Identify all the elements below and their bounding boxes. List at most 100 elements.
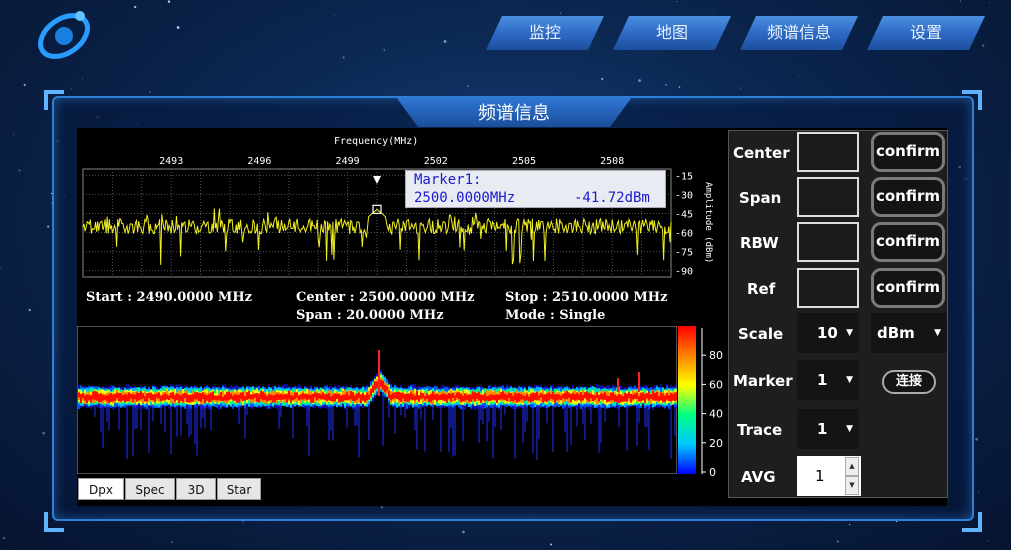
center-input[interactable] [797, 132, 859, 172]
start-frequency-text: Start : 2490.0000 MHz [86, 290, 252, 305]
dpx-cell [612, 392, 614, 401]
dpx-cell [430, 394, 432, 403]
dpx-cell [628, 392, 630, 399]
spin-down-icon[interactable]: ▼ [845, 476, 859, 495]
nav-map[interactable]: 地图 [613, 16, 731, 50]
dpx-cell [156, 393, 158, 398]
dpx-cell [402, 392, 404, 399]
span-confirm-button[interactable]: confirm [871, 177, 945, 217]
tab-3d[interactable]: 3D [176, 478, 216, 500]
unit-select[interactable]: dBm ▼ [871, 313, 947, 353]
star [269, 525, 271, 527]
nav-settings[interactable]: 设置 [867, 16, 985, 50]
chevron-down-icon: ▼ [846, 424, 853, 434]
dpx-cell [82, 392, 84, 399]
marker-value: 1 [817, 371, 828, 389]
connect-button[interactable]: 连接 [882, 370, 936, 394]
dpx-cell [532, 393, 534, 402]
nav-monitor[interactable]: 监控 [486, 16, 604, 50]
dpx-cell [574, 394, 576, 401]
x-tick-label: 2496 [247, 156, 271, 167]
dpx-cell [180, 395, 182, 402]
dpx-cell [610, 392, 612, 401]
dpx-cell [446, 394, 448, 403]
dpx-cell [246, 392, 248, 400]
star [170, 20, 171, 21]
span-input[interactable] [797, 177, 859, 217]
dpx-cell [576, 392, 578, 400]
dpx-cell [148, 392, 150, 398]
dpx-cell [182, 393, 184, 402]
dpx-cell [566, 391, 568, 400]
x-tick-label: 2493 [159, 156, 183, 167]
trace-select[interactable]: 1 ▼ [797, 409, 859, 449]
avg-value: 1 [815, 467, 825, 485]
dpx-cell [136, 392, 138, 402]
dpx-cell [292, 395, 294, 401]
stop-frequency-text: Stop : 2510.0000 MHz [505, 290, 668, 305]
dpx-cell [220, 391, 222, 402]
dpx-cell [534, 393, 536, 401]
rbw-confirm-button[interactable]: confirm [871, 222, 945, 262]
dpx-cell [170, 392, 172, 399]
dpx-cell [424, 396, 426, 401]
tab-spec[interactable]: Spec [125, 478, 175, 500]
dpx-cell [264, 393, 266, 400]
dpx-cell [512, 395, 514, 402]
dpx-waterfall-plot[interactable] [77, 326, 677, 474]
marker-select[interactable]: 1 ▼ [797, 360, 859, 400]
chevron-down-icon: ▼ [846, 375, 853, 385]
dpx-cell [356, 393, 358, 400]
star [638, 79, 641, 82]
star [2, 537, 5, 540]
dpx-cell [278, 394, 280, 400]
dpx-cell [546, 393, 548, 402]
dpx-cell [590, 393, 592, 399]
dpx-cell [140, 391, 142, 400]
dpx-cell [568, 392, 570, 398]
dpx-cell [468, 394, 470, 402]
tab-dpx[interactable]: Dpx [78, 478, 124, 500]
scale-select[interactable]: 10 ▼ [797, 313, 859, 353]
dpx-cell [238, 394, 240, 403]
dpx-cell [392, 392, 394, 400]
ref-input[interactable] [797, 268, 859, 308]
dpx-cell [240, 392, 242, 400]
center-confirm-button[interactable]: confirm [871, 132, 945, 172]
dpx-cell [132, 394, 134, 402]
spin-up-icon[interactable]: ▲ [845, 457, 859, 476]
star [959, 0, 962, 2]
dpx-cell [462, 395, 464, 402]
dpx-cell [372, 385, 374, 393]
unit-value: dBm [877, 324, 915, 342]
dpx-cell [394, 392, 396, 399]
dpx-cell [258, 394, 260, 403]
dpx-cell [564, 392, 566, 400]
y-tick-label: -75 [675, 248, 693, 259]
dpx-cell [602, 393, 604, 400]
dpx-cell [284, 393, 286, 400]
star [383, 48, 386, 51]
rbw-input[interactable] [797, 222, 859, 262]
star [798, 74, 800, 76]
dpx-cell [310, 394, 312, 403]
dpx-cell [298, 395, 300, 401]
dpx-cell [412, 394, 414, 401]
dpx-cell [518, 392, 520, 402]
ref-confirm-button[interactable]: confirm [871, 268, 945, 308]
nav-spectrum-info[interactable]: 频谱信息 [740, 16, 858, 50]
star [333, 14, 335, 16]
dpx-cell [232, 395, 234, 401]
dpx-cell [354, 395, 356, 402]
dpx-cell [444, 394, 446, 402]
dpx-cell [196, 392, 198, 400]
y-tick-label: -30 [675, 190, 693, 201]
dpx-cell [548, 392, 550, 401]
dpx-cell [476, 392, 478, 399]
dpx-cell [286, 394, 288, 403]
dpx-cell [300, 394, 302, 400]
dpx-cell [638, 395, 640, 402]
tab-star[interactable]: Star [217, 478, 261, 500]
dpx-cell [580, 392, 582, 401]
dpx-cell [410, 392, 412, 400]
